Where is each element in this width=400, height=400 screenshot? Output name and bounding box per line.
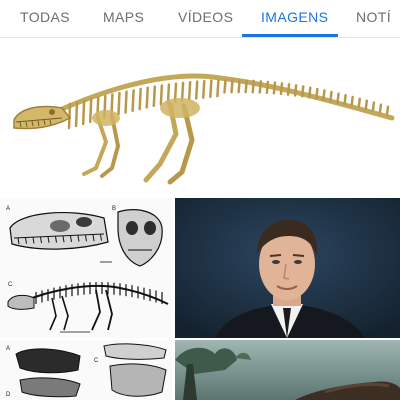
image-result-portrait[interactable] <box>175 198 400 338</box>
tab-noticias[interactable]: NOTÍ <box>356 0 391 38</box>
tab-todas[interactable]: TODAS <box>20 0 70 38</box>
figure-label-c: C <box>8 282 13 288</box>
image-result-scene[interactable] <box>175 340 400 400</box>
figure-label-a: A <box>6 206 10 212</box>
fossil-image: A C D <box>6 343 167 398</box>
tab-imagens[interactable]: IMAGENS <box>261 0 328 38</box>
skeleton-image <box>13 73 395 185</box>
figure-label-d: D <box>6 392 11 398</box>
image-result-illustration[interactable]: A B C <box>0 198 172 338</box>
image-result-fossil[interactable]: A C D <box>0 340 172 400</box>
search-tabs: TODAS MAPS VÍDEOS IMAGENS NOTÍ <box>0 0 400 38</box>
illustration-image: A B C <box>6 206 169 333</box>
tab-videos[interactable]: VÍDEOS <box>178 0 233 38</box>
figure-label-a2: A <box>6 346 10 352</box>
image-result-skeleton[interactable] <box>0 48 400 196</box>
figure-label-b: B <box>112 206 116 212</box>
tab-maps[interactable]: MAPS <box>103 0 144 38</box>
image-results-grid: A B C A C D <box>0 38 400 400</box>
figure-label-c2: C <box>94 358 99 364</box>
portrait-image <box>175 198 400 338</box>
scene-image <box>175 340 400 400</box>
active-tab-indicator <box>242 34 338 37</box>
